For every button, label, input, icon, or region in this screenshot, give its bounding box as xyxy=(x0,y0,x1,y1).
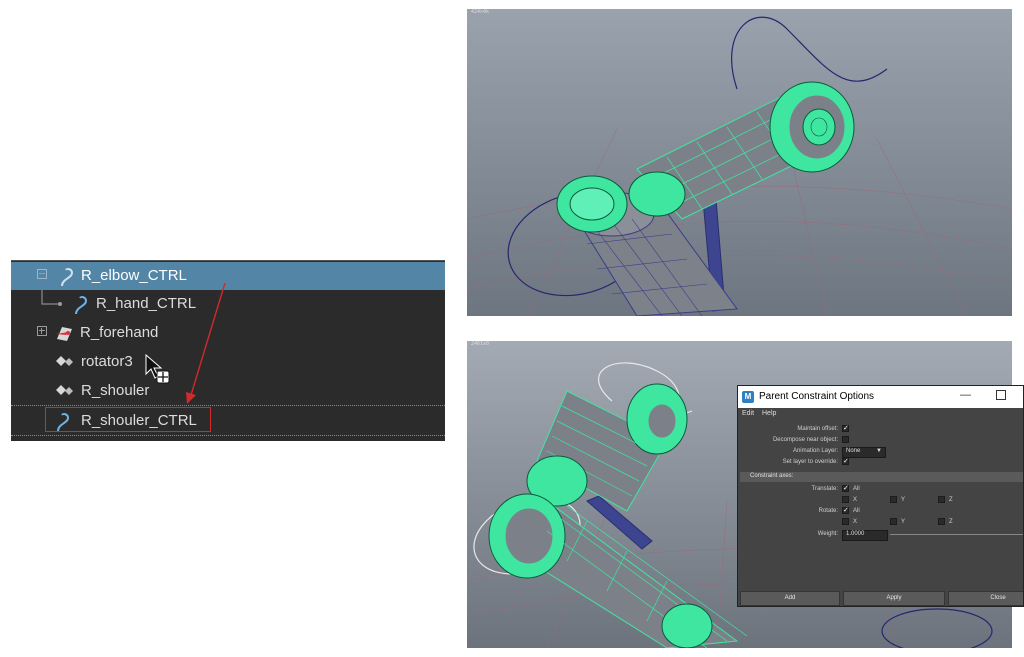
close-button[interactable]: Close xyxy=(948,591,1023,606)
rotate-z-label: Z xyxy=(949,519,953,525)
apply-button[interactable]: Apply xyxy=(843,591,945,606)
menu-help[interactable]: Help xyxy=(762,410,776,417)
rotate-label: Rotate: xyxy=(818,508,838,514)
viewport-hud: 2461x0 xyxy=(471,341,490,347)
maximize-icon[interactable] xyxy=(996,390,1006,400)
translate-all-label: All xyxy=(853,486,860,492)
rotate-x-checkbox[interactable] xyxy=(842,518,849,525)
drag-cursor-icon xyxy=(145,354,170,384)
set-layer-checkbox[interactable]: ✓ xyxy=(842,458,849,465)
translate-x-checkbox[interactable] xyxy=(842,496,849,503)
decompose-label: Decompose near object: xyxy=(772,437,838,443)
translate-y-checkbox[interactable] xyxy=(890,496,897,503)
annotation-arrow xyxy=(186,282,226,404)
set-layer-label: Set layer to override: xyxy=(782,459,838,465)
rotate-y-checkbox[interactable] xyxy=(890,518,897,525)
maintain-offset-label: Maintain offset: xyxy=(797,426,838,432)
animation-layer-label: Animation Layer: xyxy=(792,448,838,454)
menu-edit[interactable]: Edit xyxy=(742,410,754,417)
dropdown-arrow-icon: ▼ xyxy=(876,448,882,454)
add-button[interactable]: Add xyxy=(740,591,840,606)
decompose-checkbox[interactable] xyxy=(842,436,849,443)
maintain-offset-checkbox[interactable]: ✓ xyxy=(842,425,849,432)
rotate-z-checkbox[interactable] xyxy=(938,518,945,525)
outliner-panel: R_elbow_CTRL R_hand_CTRL R_forehand rota… xyxy=(11,260,445,441)
rotate-x-label: X xyxy=(853,519,858,525)
translate-x-label: X xyxy=(853,497,858,503)
rotate-all-checkbox[interactable]: ✓ xyxy=(842,507,849,514)
section-title: Constraint axes: xyxy=(750,473,794,479)
animation-layer-value: None xyxy=(846,448,861,454)
weight-input[interactable]: 1.0000 xyxy=(842,530,888,541)
translate-y-label: Y xyxy=(901,497,906,503)
viewport-3d-top[interactable]: 424x4k xyxy=(467,9,1012,316)
constraint-axes-section-header[interactable]: Constraint axes: xyxy=(740,472,1023,482)
weight-slider[interactable] xyxy=(890,534,1023,535)
rotate-all-label: All xyxy=(853,508,860,514)
dialog-title: Parent Constraint Options xyxy=(759,391,875,402)
viewport-hud: 424x4k xyxy=(471,9,490,15)
maya-logo-icon: M xyxy=(742,391,754,403)
minimize-icon[interactable]: — xyxy=(960,389,971,401)
viewport-scene xyxy=(467,16,1012,316)
weight-value: 1.0000 xyxy=(846,531,865,537)
animation-layer-select[interactable]: None ▼ xyxy=(842,447,886,458)
parent-constraint-options-dialog: M Parent Constraint Options — Edit Help … xyxy=(737,385,1024,607)
translate-all-checkbox[interactable]: ✓ xyxy=(842,485,849,492)
dialog-menubar: Edit Help xyxy=(738,408,1023,420)
dialog-titlebar[interactable]: M Parent Constraint Options — xyxy=(738,386,1023,408)
translate-z-label: Z xyxy=(949,497,953,503)
weight-label: Weight: xyxy=(817,531,838,537)
translate-z-checkbox[interactable] xyxy=(938,496,945,503)
rotate-y-label: Y xyxy=(901,519,906,525)
translate-label: Translate: xyxy=(811,486,838,492)
